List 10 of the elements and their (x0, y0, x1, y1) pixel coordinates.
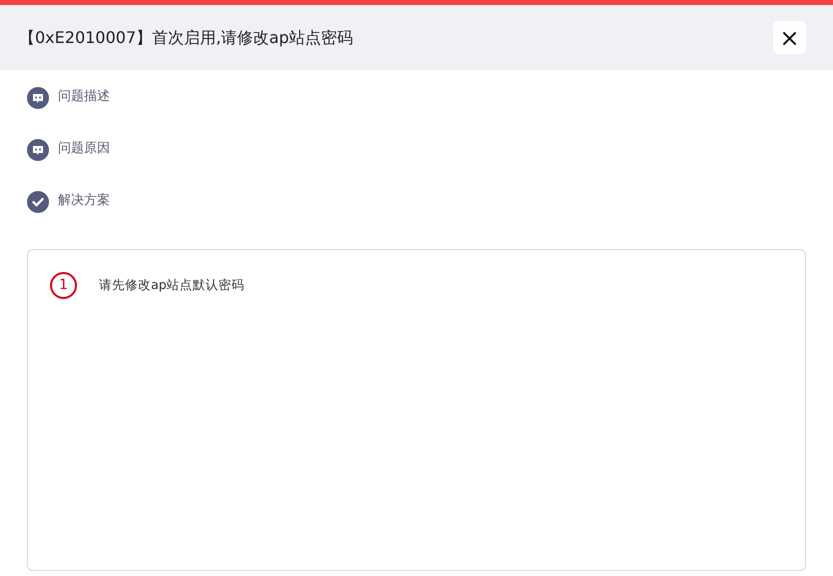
chat-icon (27, 139, 49, 161)
step-text: 请先修改ap站点默认密码 (99, 276, 245, 294)
dialog-title: 【0xE2010007】首次启用,请修改ap站点密码 (19, 26, 354, 48)
section-label: 解决方案 (58, 192, 110, 210)
check-circle-icon (27, 191, 49, 213)
close-button[interactable]: × (773, 21, 806, 54)
section-label: 问题描述 (58, 88, 110, 106)
section-label: 问题原因 (58, 140, 110, 158)
chat-icon (27, 87, 49, 109)
step-number: 1 (50, 272, 77, 299)
